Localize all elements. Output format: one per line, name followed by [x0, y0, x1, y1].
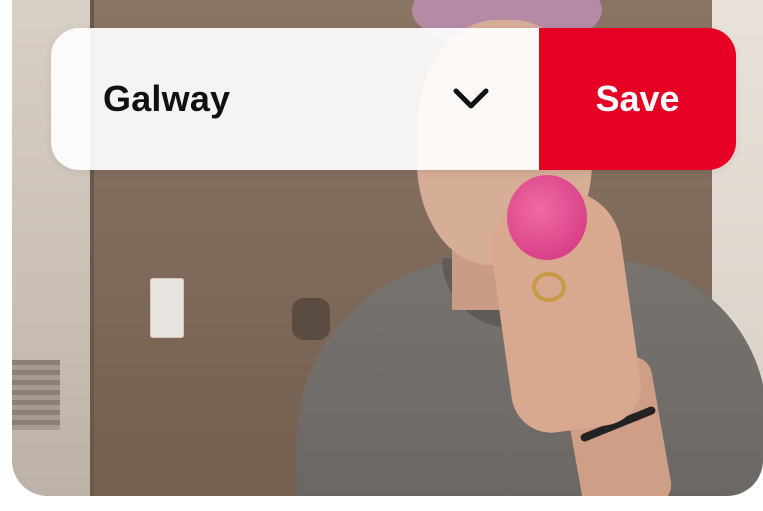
chevron-down-icon-svg — [453, 88, 489, 109]
save-button-label: Save — [595, 78, 680, 119]
save-button[interactable]: Save — [539, 28, 736, 170]
save-to-board-bar: Galway Save — [51, 28, 736, 170]
board-picker-dropdown[interactable]: Galway — [51, 28, 539, 170]
selected-board-name: Galway — [103, 78, 231, 119]
photo-switch-plate — [150, 278, 184, 338]
photo-cleansing-device — [507, 175, 587, 260]
photo-ring — [532, 272, 566, 302]
chevron-down-icon[interactable] — [451, 79, 491, 119]
photo-vent — [12, 360, 60, 430]
photo-door-handle — [292, 298, 330, 340]
